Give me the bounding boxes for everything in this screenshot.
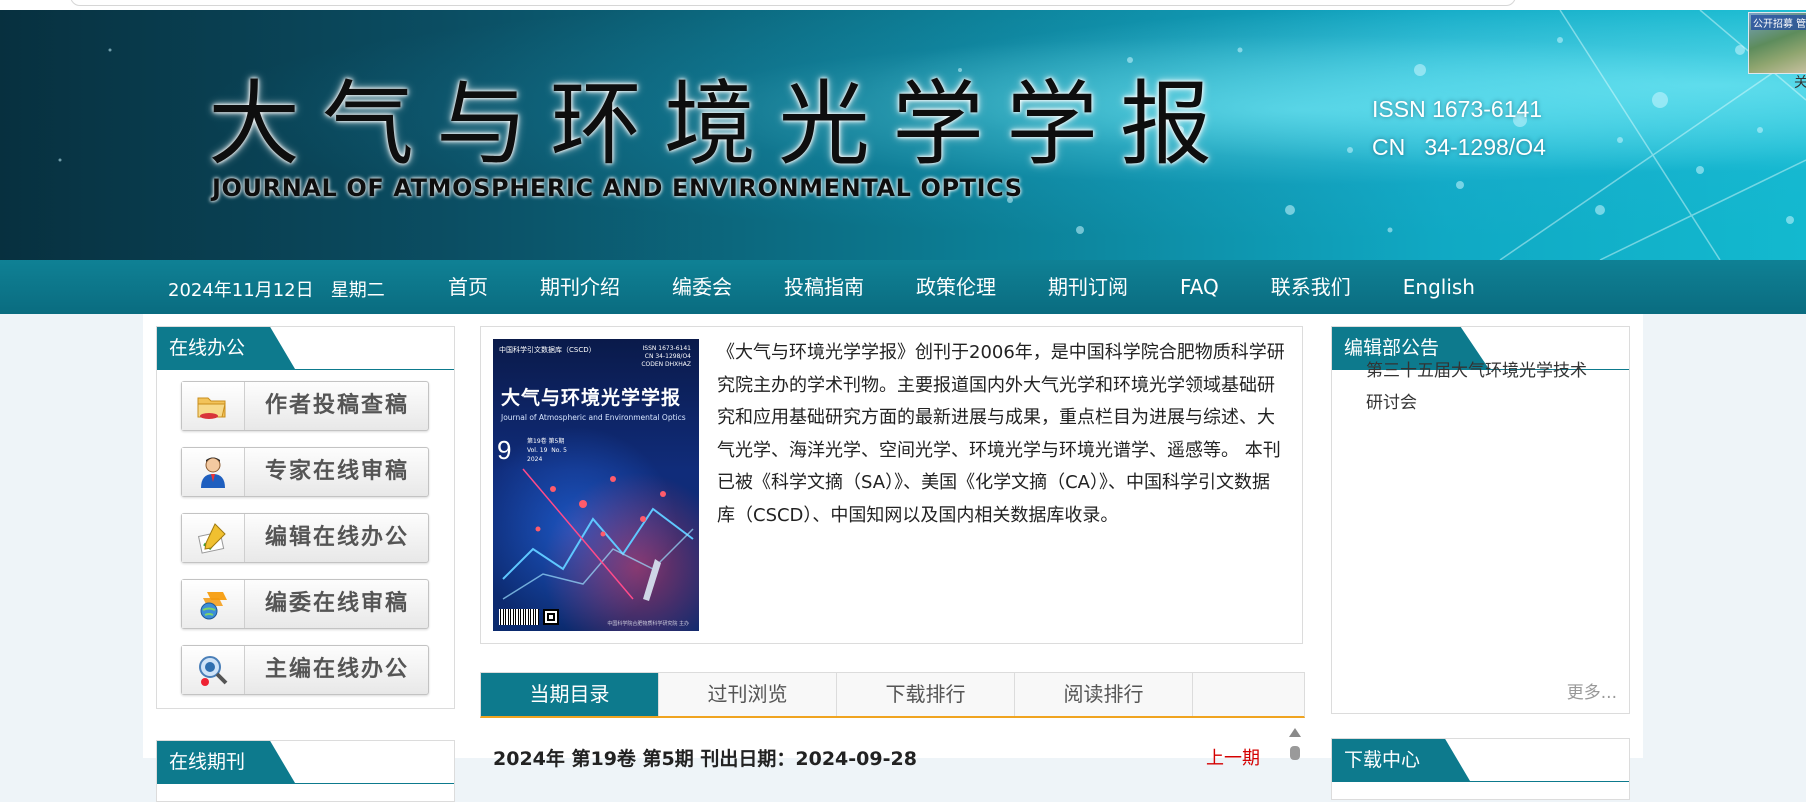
cn-number: CN 34-1298/O4 — [1372, 134, 1546, 160]
nav-ethics-policy[interactable]: 政策伦理 — [890, 260, 1022, 314]
nav-home[interactable]: 首页 — [422, 260, 514, 314]
journal-intro-panel: 中国科学引文数据库（CSCD） ISSN 1673-6141 CN 34-129… — [480, 326, 1303, 644]
recruit-ad-thumbnail[interactable]: 公开招募 管 — [1748, 12, 1806, 74]
browser-top-strip — [0, 0, 1806, 10]
author-submission-label: 作者投稿查稿 — [264, 393, 409, 418]
cover-issn: ISSN 1673-6141 CN 34-1298/O4 CODEN DHXHA… — [641, 345, 691, 368]
online-office-title: 在线办公 — [157, 327, 296, 369]
board-review-button[interactable]: 编委在线审稿 — [181, 579, 429, 629]
online-journal-header: 在线期刊 — [157, 741, 454, 784]
previous-issue-link[interactable]: 上一期 — [1206, 744, 1260, 770]
nav-english[interactable]: English — [1377, 260, 1501, 314]
board-globe-icon — [182, 580, 245, 628]
cover-title: 大气与环境光学学报 — [501, 387, 682, 409]
board-review-label: 编委在线审稿 — [264, 591, 409, 616]
nav-faq[interactable]: FAQ — [1154, 260, 1245, 314]
cover-artwork — [502, 468, 694, 601]
chief-search-icon — [182, 646, 245, 694]
notice-item-line2[interactable]: 研讨会 — [1366, 387, 1417, 419]
nav-submission-guide[interactable]: 投稿指南 — [758, 260, 890, 314]
tab-current-issue[interactable]: 当期目录 — [481, 673, 659, 716]
top-search-bar-edge — [70, 0, 1516, 6]
nav-menu: 首页 期刊介绍 编委会 投稿指南 政策伦理 期刊订阅 FAQ 联系我们 Engl… — [422, 260, 1501, 314]
download-center-header: 下载中心 — [1332, 739, 1629, 782]
editor-office-button[interactable]: 编辑在线办公 — [181, 513, 429, 563]
cover-top-text: 中国科学引文数据库（CSCD） — [499, 346, 596, 354]
content-area: 在线办公 作者投稿查稿 专家在线审稿 编辑在线办公 编委在线审稿 主编在线办公 … — [143, 314, 1643, 802]
nav-journal-intro[interactable]: 期刊介绍 — [514, 260, 646, 314]
online-office-header: 在线办公 — [157, 327, 454, 370]
tab-download-ranking[interactable]: 下载排行 — [837, 673, 1015, 716]
author-submission-button[interactable]: 作者投稿查稿 — [181, 381, 429, 431]
editor-office-label: 编辑在线办公 — [264, 525, 409, 550]
journal-title-en: JOURNAL OF ATMOSPHERIC AND ENVIRONMENTAL… — [212, 174, 1023, 202]
journal-title-cn: 大气与环境光学学报 — [208, 71, 1235, 178]
cover-barcode — [499, 609, 539, 625]
journal-banner: 大气与环境光学学报 JOURNAL OF ATMOSPHERIC AND ENV… — [0, 10, 1806, 260]
cover-qr-code — [543, 609, 559, 625]
expert-person-icon — [182, 448, 245, 496]
notice-more-link[interactable]: 更多... — [1567, 678, 1617, 703]
online-journal-title: 在线期刊 — [157, 741, 296, 783]
author-folder-icon — [182, 382, 245, 430]
download-center-panel: 下载中心 — [1331, 738, 1630, 800]
cover-footer: 中国科学院合肥物质科学研究院 主办 — [607, 621, 689, 627]
editorial-notice-panel: 编辑部公告 第三十五届大气环境光学技术 研讨会 更多... — [1331, 326, 1630, 714]
journal-cover-image[interactable]: 中国科学引文数据库（CSCD） ISSN 1673-6141 CN 34-129… — [493, 339, 699, 631]
tab-read-ranking[interactable]: 阅读排行 — [1015, 673, 1193, 716]
editor-pencil-icon — [182, 514, 245, 562]
ad-close-mark[interactable]: 关 — [1794, 72, 1806, 92]
journal-intro-text: 《大气与环境光学学报》创刊于2006年，是中国科学院合肥物质科学研究院主办的学术… — [717, 342, 1285, 526]
nav-subscription[interactable]: 期刊订阅 — [1022, 260, 1154, 314]
notice-item-line1[interactable]: 第三十五届大气环境光学技术 — [1366, 355, 1587, 387]
chief-office-button[interactable]: 主编在线办公 — [181, 645, 429, 695]
scroll-up-arrow[interactable] — [1289, 728, 1301, 737]
main-nav: 2024年11月12日 星期二 首页 期刊介绍 编委会 投稿指南 政策伦理 期刊… — [0, 260, 1806, 314]
current-date: 2024年11月12日 星期二 — [168, 280, 385, 301]
cover-title-en: Journal of Atmospheric and Environmental… — [501, 413, 686, 422]
tab-past-issues[interactable]: 过刊浏览 — [659, 673, 837, 716]
issn-cn-block: ISSN 1673-6141 CN 34-1298/O4 — [1372, 90, 1546, 166]
recruit-ad-text: 公开招募 管 — [1751, 15, 1806, 30]
expert-review-button[interactable]: 专家在线审稿 — [181, 447, 429, 497]
nav-contact[interactable]: 联系我们 — [1245, 260, 1377, 314]
download-center-title: 下载中心 — [1332, 739, 1471, 781]
issn-number: ISSN 1673-6141 — [1372, 96, 1543, 122]
online-journal-panel: 在线期刊 — [156, 740, 455, 802]
chief-office-label: 主编在线办公 — [264, 657, 409, 682]
expert-review-label: 专家在线审稿 — [264, 459, 409, 484]
nav-editorial-board[interactable]: 编委会 — [646, 260, 758, 314]
issue-tabs: 当期目录 过刊浏览 下载排行 阅读排行 — [480, 672, 1305, 718]
online-office-panel: 在线办公 作者投稿查稿 专家在线审稿 编辑在线办公 编委在线审稿 主编在线办公 — [156, 326, 455, 709]
